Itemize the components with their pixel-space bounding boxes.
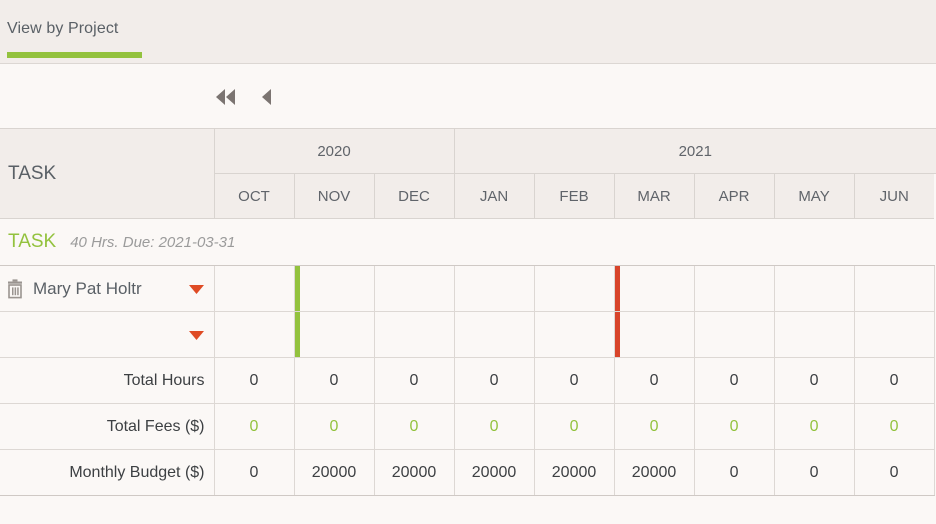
- tab-bar: View by Project: [0, 0, 936, 64]
- assignee-month-cell[interactable]: [294, 311, 375, 358]
- totals-value-cell: 20000: [374, 449, 455, 496]
- totals-row-label: Monthly Budget ($): [0, 449, 215, 496]
- assignee-month-cell[interactable]: [454, 311, 535, 358]
- assignee-month-cell[interactable]: [374, 265, 455, 312]
- assignee-month-cell[interactable]: [614, 311, 695, 358]
- task-group-name: TASK: [8, 231, 57, 252]
- assignee-month-cell[interactable]: [534, 265, 615, 312]
- month-header-nov[interactable]: NOV: [294, 173, 375, 219]
- month-header-may[interactable]: MAY: [774, 173, 855, 219]
- totals-value-cell: 20000: [534, 449, 615, 496]
- totals-value-cell: 0: [374, 357, 455, 404]
- assignee-month-cell[interactable]: [774, 311, 855, 358]
- totals-value-cell: 0: [294, 403, 375, 450]
- totals-value-cell: 0: [854, 449, 935, 496]
- start-marker: [294, 312, 300, 357]
- year-header-row: TASK 2020 2021: [0, 129, 936, 219]
- due-marker: [614, 266, 620, 311]
- assignee-month-cell[interactable]: [614, 265, 695, 312]
- totals-row-label: Total Fees ($): [0, 403, 215, 450]
- totals-value-cell: 0: [374, 403, 455, 450]
- delete-assignee-button[interactable]: [6, 278, 24, 299]
- month-header-oct[interactable]: OCT: [214, 173, 295, 219]
- totals-value-cell: 0: [774, 403, 855, 450]
- month-header-apr[interactable]: APR: [694, 173, 775, 219]
- month-header-jan[interactable]: JAN: [454, 173, 535, 219]
- totals-value-cell: 0: [454, 357, 535, 404]
- assignee-month-cell[interactable]: [214, 265, 295, 312]
- table-head: TASK 2020 2021 OCT NOV DEC JAN FEB MAR APR MAY JUN: [0, 129, 936, 219]
- totals-value-cell: 0: [534, 403, 615, 450]
- assignee-name: Mary Pat Holtr: [33, 278, 142, 298]
- table-body: TASK 40 Hrs. Due: 2021-03-31 Mary Pat Holt…: [0, 218, 936, 496]
- chevron-down-icon: [188, 331, 204, 340]
- task-group-meta: 40 Hrs. Due: 2021-03-31: [70, 234, 236, 251]
- month-header-mar[interactable]: MAR: [614, 173, 695, 219]
- totals-value-cell: 0: [854, 403, 935, 450]
- totals-value-cell: 0: [694, 403, 775, 450]
- assignee-cell: [0, 311, 215, 358]
- skip-to-start-button[interactable]: [209, 64, 243, 129]
- trash-icon: [8, 278, 22, 298]
- double-left-arrow-icon: [216, 88, 235, 105]
- totals-value-cell: 0: [454, 403, 535, 450]
- totals-value-cell: 0: [694, 449, 775, 496]
- month-header-jun[interactable]: JUN: [854, 173, 935, 219]
- assignee-month-cell[interactable]: [694, 311, 775, 358]
- assignee-row[interactable]: Mary Pat Holtr: [0, 265, 936, 312]
- assignee-month-cell[interactable]: [854, 311, 935, 358]
- assignee-month-cell[interactable]: [534, 311, 615, 358]
- totals-value-cell: 0: [774, 449, 855, 496]
- start-marker: [294, 266, 300, 311]
- left-arrow-icon: [262, 88, 271, 105]
- totals-value-cell: 0: [774, 357, 855, 404]
- assignee-dropdown-button[interactable]: [187, 279, 206, 298]
- schedule-table: TASK 2020 2021 OCT NOV DEC JAN FEB MAR APR MAY JUN…: [0, 129, 936, 496]
- assignee-cell: Mary Pat Holtr: [0, 265, 215, 312]
- month-header-feb[interactable]: FEB: [534, 173, 615, 219]
- assignee-month-cell[interactable]: [294, 265, 375, 312]
- month-header-dec[interactable]: DEC: [374, 173, 455, 219]
- task-group-cell: TASK 40 Hrs. Due: 2021-03-31: [0, 218, 935, 266]
- assignee-month-cell[interactable]: [214, 311, 295, 358]
- chevron-down-icon: [188, 285, 204, 294]
- assignee-month-cell[interactable]: [374, 311, 455, 358]
- previous-period-button[interactable]: [250, 64, 284, 129]
- totals-value-cell: 0: [854, 357, 935, 404]
- year-header: 2020: [214, 129, 455, 174]
- totals-value-cell: 0: [534, 357, 615, 404]
- totals-row: Total Fees ($) 0 0 0 0 0 0 0 0 0: [0, 403, 936, 450]
- table-corner-task-header: TASK: [0, 129, 215, 219]
- totals-value-cell: 20000: [614, 449, 695, 496]
- totals-value-cell: 0: [214, 449, 295, 496]
- assignee-row[interactable]: [0, 311, 936, 358]
- totals-value-cell: 0: [294, 357, 375, 404]
- totals-value-cell: 0: [694, 357, 775, 404]
- totals-row: Monthly Budget ($) 0 20000 20000 20000 20000 2…: [0, 449, 936, 496]
- totals-value-cell: 20000: [294, 449, 375, 496]
- totals-row-label: Total Hours: [0, 357, 215, 404]
- assignee-month-cell[interactable]: [454, 265, 535, 312]
- year-header: 2021: [454, 129, 936, 174]
- schedule-grid: TASK 2020 2021 OCT NOV DEC JAN FEB MAR APR MAY JUN…: [0, 129, 936, 496]
- tab-active-underline: [7, 52, 142, 58]
- totals-value-cell: 20000: [454, 449, 535, 496]
- totals-value-cell: 0: [214, 357, 295, 404]
- totals-value-cell: 0: [614, 357, 695, 404]
- assignee-dropdown-button[interactable]: [187, 325, 206, 344]
- due-marker: [614, 312, 620, 357]
- pager-bar: [0, 64, 936, 129]
- totals-value-cell: 0: [214, 403, 295, 450]
- task-group-row[interactable]: TASK 40 Hrs. Due: 2021-03-31: [0, 218, 936, 266]
- assignee-month-cell[interactable]: [854, 265, 935, 312]
- totals-value-cell: 0: [614, 403, 695, 450]
- tab-view-by-project[interactable]: View by Project: [7, 0, 155, 64]
- assignee-month-cell[interactable]: [774, 265, 855, 312]
- tab-label: View by Project: [7, 20, 119, 37]
- assignee-month-cell[interactable]: [694, 265, 775, 312]
- totals-row: Total Hours 0 0 0 0 0 0 0 0 0: [0, 357, 936, 404]
